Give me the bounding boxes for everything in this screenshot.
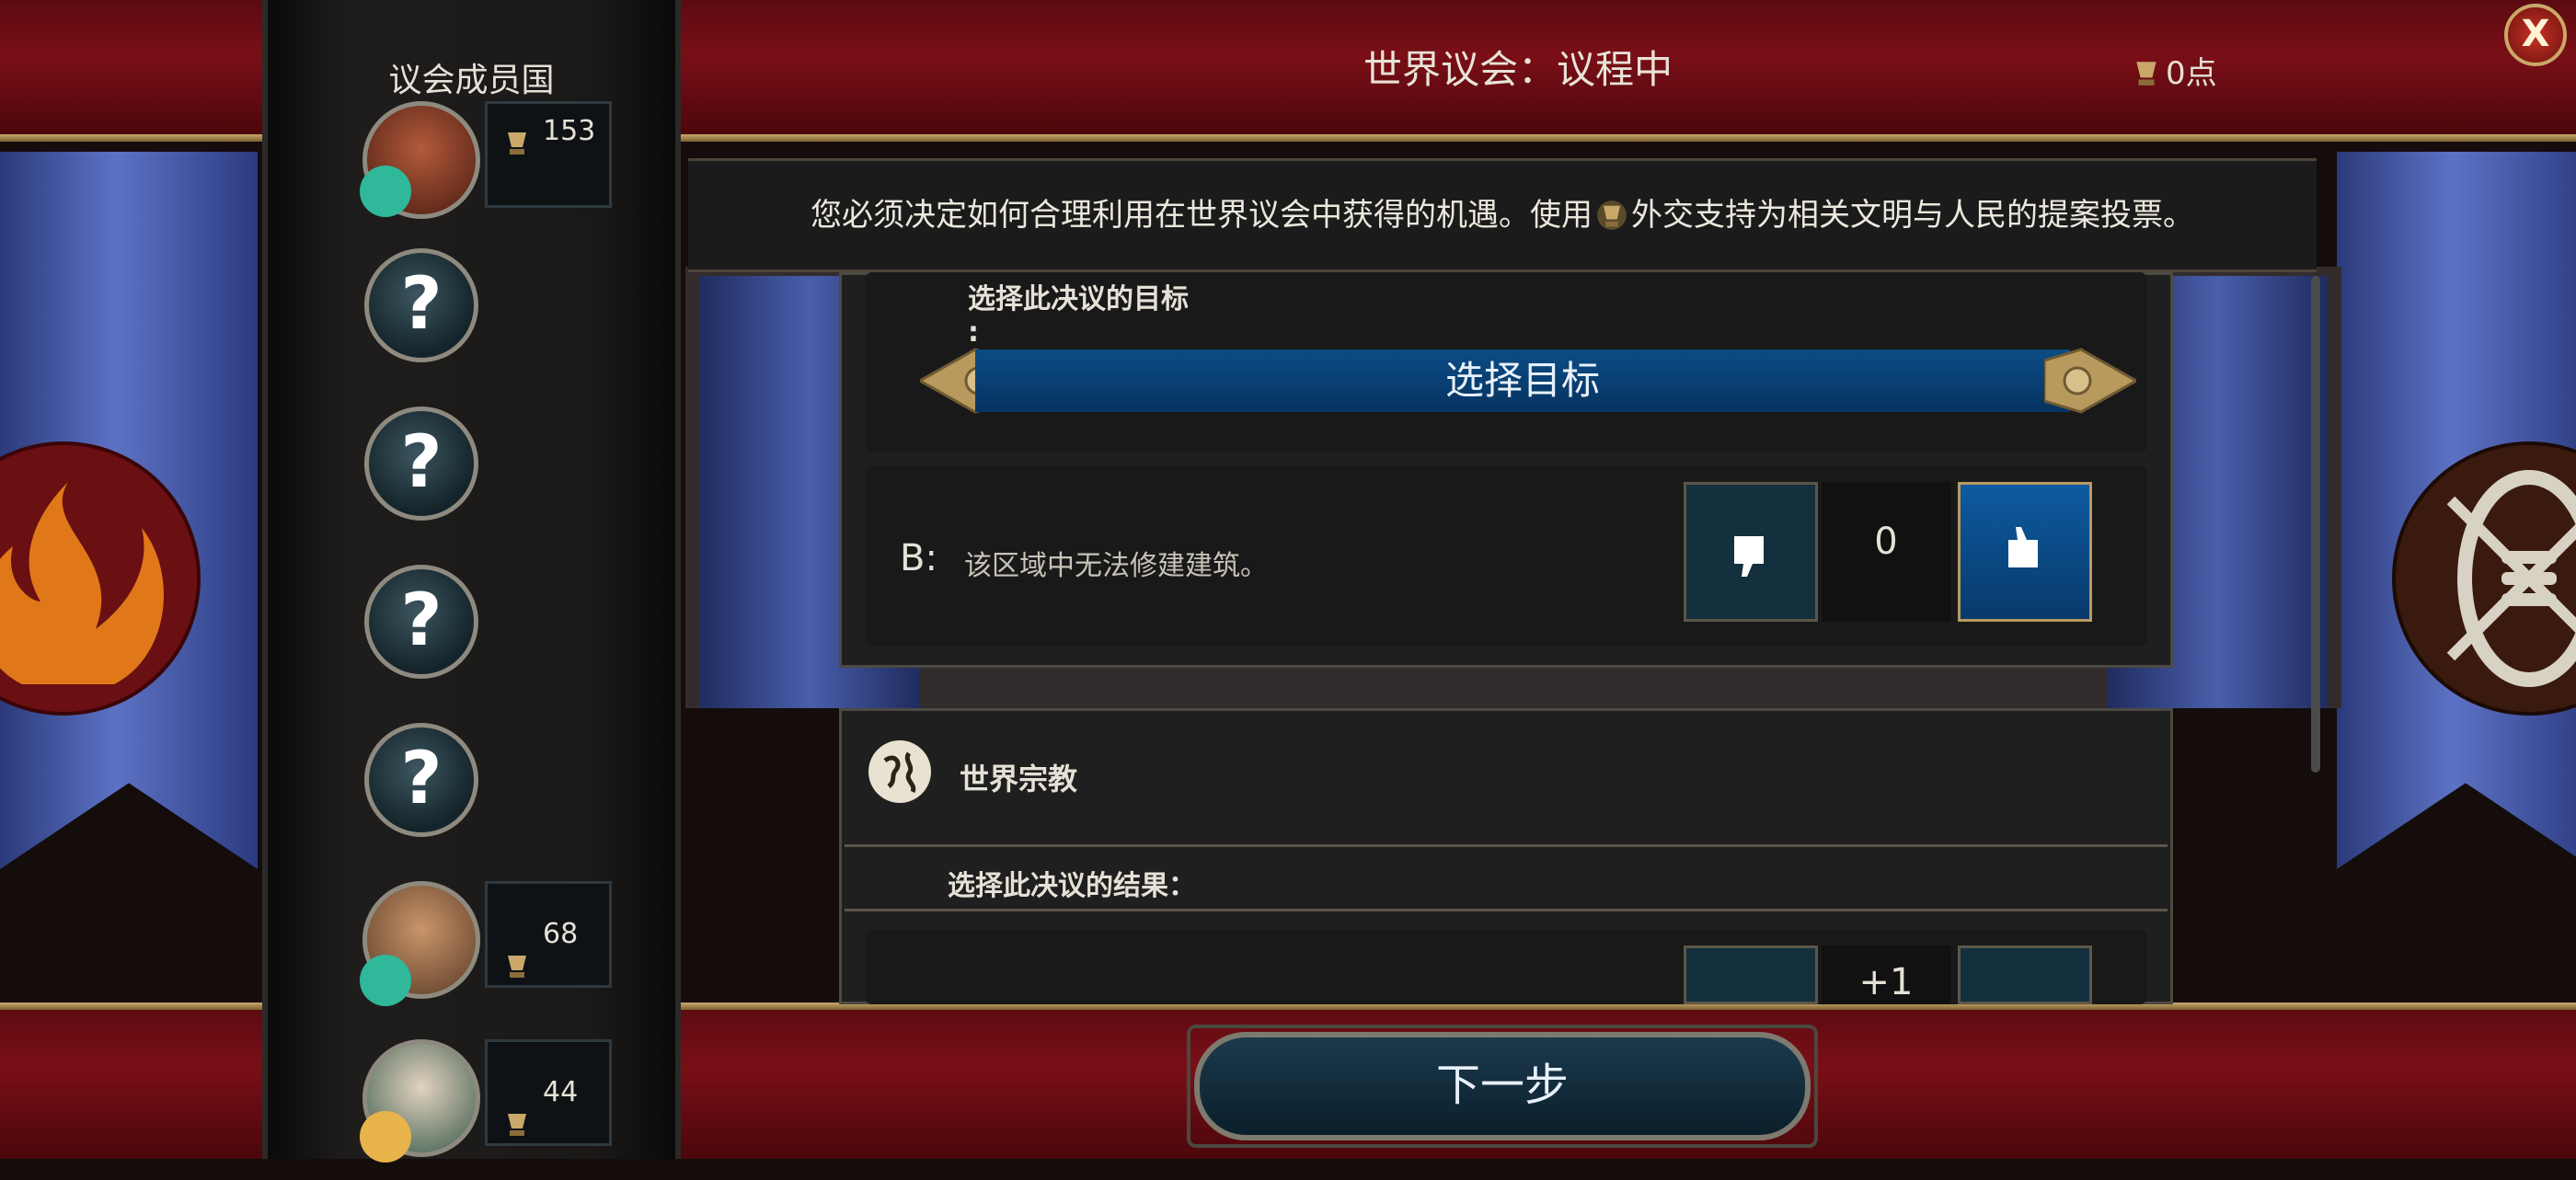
close-button[interactable]: X bbox=[2504, 4, 2567, 66]
diplomatic-favor-icon bbox=[504, 1079, 530, 1136]
next-step-button[interactable]: 下一步 bbox=[1194, 1032, 1811, 1140]
divider bbox=[845, 844, 2168, 847]
page-title: 世界议会：议程中 bbox=[1363, 47, 1673, 92]
target-label: 选择此决议的目标: bbox=[968, 283, 1189, 349]
unknown-member-2[interactable]: ? bbox=[364, 248, 478, 362]
diplomatic-favor-icon bbox=[504, 921, 530, 978]
unknown-member-3[interactable]: ? bbox=[364, 407, 478, 521]
divider bbox=[845, 909, 2168, 911]
globe-icon bbox=[868, 740, 931, 803]
vote-down-button[interactable] bbox=[1684, 945, 1818, 1004]
select-target-button[interactable]: 选择目标 bbox=[975, 349, 2070, 412]
neutral-mood-icon bbox=[360, 1111, 411, 1163]
member-votes-1: 153 bbox=[485, 101, 612, 208]
vote-up-button[interactable] bbox=[1958, 945, 2092, 1004]
scrollbar[interactable] bbox=[2311, 276, 2320, 773]
member-votes-7: 44 bbox=[485, 1039, 612, 1146]
diplomatic-favor-icon bbox=[2133, 58, 2160, 96]
option-b-description: 该区域中无法修建建筑。 bbox=[964, 550, 1268, 582]
happy-mood-icon bbox=[360, 955, 411, 1006]
unknown-member-4[interactable]: ? bbox=[364, 565, 478, 679]
diplomatic-favor-icon bbox=[504, 120, 530, 155]
arrow-right-icon bbox=[2044, 348, 2136, 414]
shield-emblem-icon bbox=[2392, 441, 2576, 716]
member-list-panel[interactable]: 议会成员国 153 ? ? ? ? 68 44 bbox=[262, 0, 681, 1163]
resolution-title: 世界宗教 bbox=[960, 762, 1078, 796]
fire-emblem-icon bbox=[0, 441, 201, 716]
vote-up-button[interactable] bbox=[1958, 482, 2092, 622]
favor-points: 0点 bbox=[2133, 48, 2217, 96]
option-b-letter: B: bbox=[900, 537, 937, 579]
vote-count: 0 bbox=[1822, 482, 1950, 622]
member-votes-6: 68 bbox=[485, 881, 612, 988]
vote-count: +1 bbox=[1822, 945, 1950, 1004]
thumbs-up-icon bbox=[2008, 527, 2038, 567]
option-row bbox=[865, 929, 2147, 1004]
member-list-title: 议会成员国 bbox=[388, 62, 555, 99]
vote-down-button[interactable] bbox=[1684, 482, 1818, 622]
happy-mood-icon bbox=[360, 166, 411, 217]
instruction-banner: 您必须决定如何合理利用在世界议会中获得的机遇。使用 外交支持为相关文明与人民的提案… bbox=[688, 158, 2317, 272]
resolution-subtitle: 选择此决议的结果： bbox=[948, 870, 1196, 902]
unknown-member-5[interactable]: ? bbox=[364, 723, 478, 837]
thumbs-down-icon bbox=[1734, 536, 1764, 577]
diplomatic-favor-icon bbox=[1596, 166, 1627, 230]
